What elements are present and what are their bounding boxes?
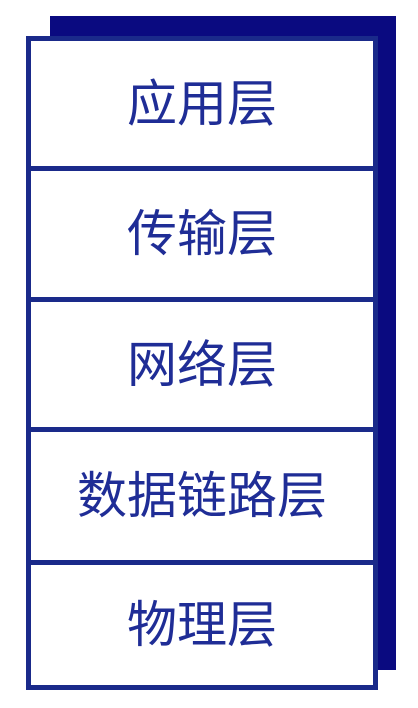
layer-data-link: 数据链路层 [31, 427, 373, 560]
layer-physical: 物理层 [31, 560, 373, 685]
protocol-layer-stack: 应用层 传输层 网络层 数据链路层 物理层 [26, 36, 378, 690]
layer-transport: 传输层 [31, 166, 373, 297]
layer-application-label: 应用层 [127, 74, 277, 133]
layer-transport-label: 传输层 [127, 205, 277, 263]
layer-network-label: 网络层 [127, 335, 277, 394]
layer-physical-label: 物理层 [127, 596, 277, 654]
layer-application: 应用层 [31, 41, 373, 166]
layer-network: 网络层 [31, 297, 373, 427]
layer-data-link-label: 数据链路层 [77, 467, 327, 525]
